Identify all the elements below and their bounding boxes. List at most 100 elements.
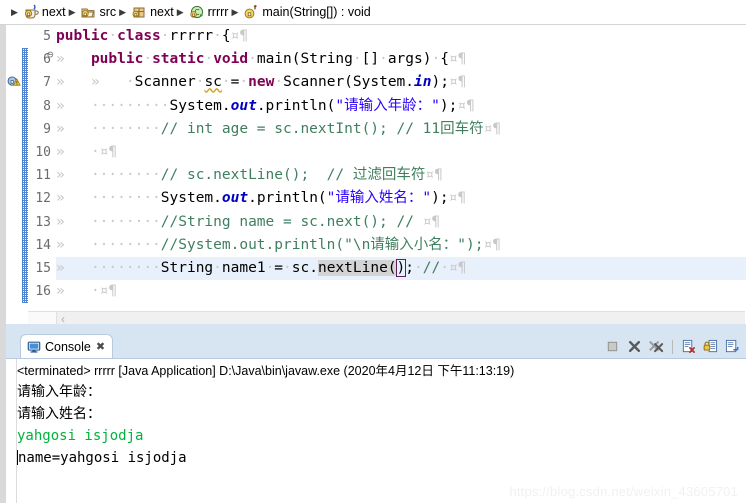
line-number: 9 bbox=[43, 121, 51, 137]
console-toolbar[interactable] bbox=[603, 337, 742, 356]
breadcrumb-item-project[interactable]: next bbox=[23, 4, 66, 20]
breadcrumb-item-class[interactable]: C rrrrr bbox=[189, 4, 228, 20]
line-number: 10 bbox=[35, 144, 51, 160]
breadcrumb-item-package[interactable]: next bbox=[131, 4, 174, 20]
code-line[interactable]: » ········//String name = sc.next(); // … bbox=[56, 211, 746, 234]
line-number: 11 bbox=[35, 168, 51, 184]
whitespace-dot: · bbox=[239, 74, 249, 91]
token-qualifier: System. bbox=[160, 190, 222, 207]
code-line[interactable]: » » ·Scanner·sc·=·new·Scanner(System.in)… bbox=[56, 71, 746, 94]
remove-launch-button[interactable] bbox=[625, 337, 644, 356]
close-icon[interactable]: ✖ bbox=[96, 340, 105, 353]
whitespace-dots: ········· bbox=[90, 97, 170, 114]
toolbar-separator bbox=[672, 339, 673, 354]
token-type-name: rrrrr bbox=[169, 28, 214, 44]
whitespace-dot: · bbox=[265, 259, 275, 276]
code-line[interactable]: » ········// sc.nextLine(); // 过滤回车符¤¶ bbox=[56, 164, 746, 187]
token-comment: //System.out.println("\n请输入小名："); bbox=[160, 236, 484, 253]
whitespace-dot: · bbox=[213, 28, 222, 44]
tab-arrow: » bbox=[56, 167, 65, 184]
code-line[interactable]: » ·¤¶ bbox=[56, 280, 746, 303]
java-project-icon bbox=[23, 4, 39, 20]
console-input-line: yahgosi isjodja bbox=[17, 428, 144, 444]
tab-arrow: » bbox=[56, 74, 65, 91]
code-text-area[interactable]: public·class·rrrrr·{¤¶ » public·static·v… bbox=[56, 25, 746, 310]
line-number: 16 bbox=[35, 284, 51, 300]
console-status-line: <terminated> rrrrr [Java Application] D:… bbox=[17, 364, 515, 378]
console-output-line: 请输入年龄： bbox=[17, 384, 101, 400]
token-brackets: [] bbox=[361, 51, 380, 68]
breadcrumb-label: src bbox=[99, 5, 117, 19]
terminate-button[interactable] bbox=[603, 337, 622, 356]
clear-console-button[interactable] bbox=[679, 337, 698, 356]
whitespace-dot: · bbox=[221, 74, 231, 91]
token-keyword: static bbox=[152, 51, 205, 68]
token-keyword: void bbox=[213, 51, 249, 68]
code-line[interactable]: » public·static·void·main(String·[]·args… bbox=[56, 48, 746, 71]
console-output-area[interactable]: <terminated> rrrrr [Java Application] D:… bbox=[6, 358, 746, 503]
tab-console[interactable]: Console ✖ bbox=[20, 334, 114, 358]
console-top-band bbox=[6, 324, 746, 334]
breadcrumb-item-method[interactable]: main(String[]) : void bbox=[243, 4, 371, 20]
token-comment: // int age = sc.nextInt(); // 11回车符 bbox=[160, 120, 484, 137]
token-constructor: Scanner(System. bbox=[283, 74, 415, 91]
whitespace-dot: · bbox=[204, 51, 214, 68]
tab-arrow: » bbox=[56, 236, 65, 253]
breadcrumb-item-src[interactable]: src bbox=[80, 4, 116, 20]
whitespace-dots: ········ bbox=[90, 213, 161, 230]
token-field: out bbox=[230, 97, 257, 114]
whitespace-dot: · bbox=[90, 143, 100, 160]
code-line[interactable]: » ·¤¶ bbox=[56, 141, 746, 164]
whitespace-dot: · bbox=[440, 259, 449, 276]
code-line[interactable]: » ·········System.out.println("请输入年龄：");… bbox=[56, 95, 746, 118]
whitespace-dot: · bbox=[283, 259, 292, 276]
warning-icon[interactable] bbox=[7, 74, 22, 89]
code-line[interactable]: » ········//System.out.println("\n请输入小名：… bbox=[56, 234, 746, 257]
whitespace-dot: · bbox=[414, 259, 423, 276]
token-type-name: Scanner bbox=[134, 74, 196, 91]
whitespace-dot: · bbox=[143, 51, 153, 68]
annotation-ruler[interactable] bbox=[6, 25, 23, 310]
console-output-line: 请输入姓名： bbox=[17, 406, 101, 422]
whitespace-dot: · bbox=[274, 74, 284, 91]
token-punct: ); bbox=[431, 74, 449, 91]
line-number: 5 bbox=[43, 29, 51, 44]
whitespace-dot: · bbox=[160, 28, 170, 44]
tab-arrow: » bbox=[56, 51, 65, 68]
console-tab-bar[interactable]: Console ✖ bbox=[6, 334, 746, 358]
console-text[interactable]: <terminated> rrrrr [Java Application] D:… bbox=[17, 359, 746, 503]
breadcrumb[interactable]: ▶ next ▶ src ▶ next ▶ C rrrrr ▶ main(Str… bbox=[0, 0, 746, 24]
code-line[interactable]: » ········System.out.println("请输入姓名：");¤… bbox=[56, 187, 746, 210]
code-line[interactable]: » ········// int age = sc.nextInt(); // … bbox=[56, 118, 746, 141]
token-method-name: main( bbox=[256, 51, 301, 68]
whitespace-dots: ········ bbox=[90, 120, 161, 137]
code-line-current[interactable]: » ········String·name1·=·sc.nextLine();·… bbox=[56, 256, 746, 281]
fold-collapse-icon[interactable]: ⊖ bbox=[47, 48, 54, 61]
eol-marker: ¤¶ bbox=[457, 97, 475, 114]
scroll-lock-button[interactable] bbox=[701, 337, 720, 356]
remove-all-terminated-button[interactable] bbox=[647, 337, 666, 356]
breadcrumb-arrow-icon: ▶ bbox=[68, 6, 76, 17]
breadcrumb-label: next bbox=[150, 5, 174, 19]
token-variable-name1: name1 bbox=[221, 259, 266, 276]
console-view[interactable]: Console ✖ <terminated> rrrrr [Java Appli… bbox=[0, 324, 746, 503]
pin-console-button[interactable] bbox=[723, 337, 742, 356]
breadcrumb-arrow-icon: ▶ bbox=[231, 6, 239, 17]
code-line[interactable]: public·class·rrrrr·{¤¶ bbox=[56, 25, 746, 48]
token-qualifier: System. bbox=[169, 97, 231, 114]
line-number: 14 bbox=[35, 237, 51, 253]
watermark: https://blog.csdn.net/weixin_43605701 bbox=[509, 484, 738, 499]
code-editor[interactable]: 5 6 7 8 9 10 11 12 13 14 15 16 ⊖ public·… bbox=[0, 24, 746, 326]
tab-arrow: » bbox=[56, 259, 65, 276]
java-method-icon bbox=[243, 4, 259, 20]
token-comment: // bbox=[422, 259, 441, 276]
line-number: 15 bbox=[35, 260, 51, 276]
token-operator: = bbox=[274, 259, 284, 276]
line-number: 12 bbox=[35, 191, 51, 207]
console-icon bbox=[27, 340, 41, 354]
